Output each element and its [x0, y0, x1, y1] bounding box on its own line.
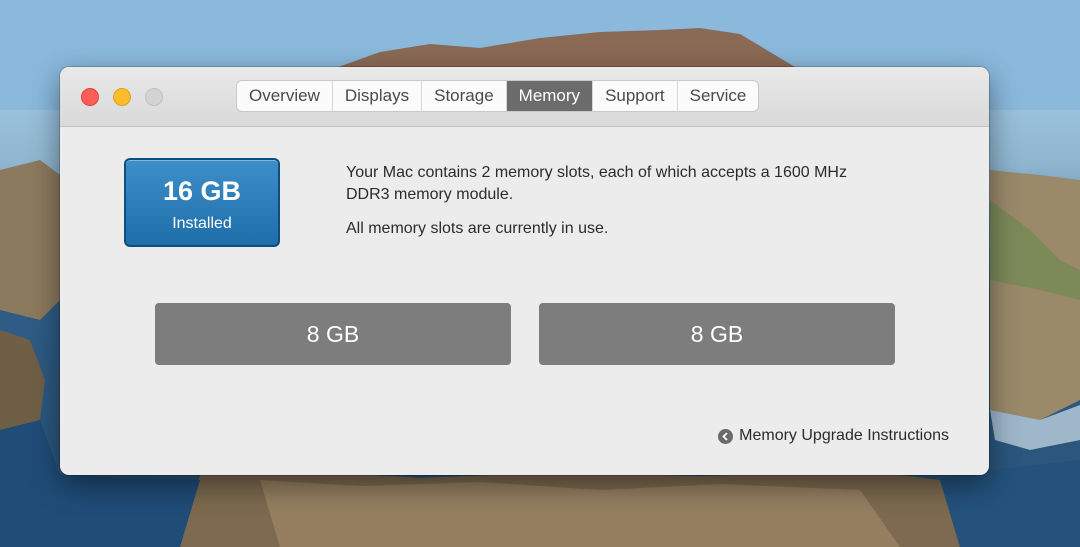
- memory-description: Your Mac contains 2 memory slots, each o…: [346, 162, 866, 240]
- zoom-button[interactable]: [145, 88, 163, 106]
- installed-memory-amount: 16 GB: [162, 176, 242, 206]
- tab-memory[interactable]: Memory: [506, 81, 594, 111]
- tab-storage[interactable]: Storage: [422, 81, 507, 111]
- installed-memory-label: Installed: [172, 215, 232, 232]
- tab-support[interactable]: Support: [593, 81, 678, 111]
- minimize-button[interactable]: [113, 88, 131, 106]
- window-titlebar: Overview Displays Storage Memory Support…: [60, 67, 989, 127]
- memory-upgrade-link[interactable]: Memory Upgrade Instructions: [718, 427, 949, 445]
- about-this-mac-window: Overview Displays Storage Memory Support…: [60, 67, 989, 475]
- close-button[interactable]: [81, 88, 99, 106]
- memory-upgrade-link-label: Memory Upgrade Instructions: [739, 427, 949, 444]
- tab-bar: Overview Displays Storage Memory Support…: [237, 81, 759, 111]
- arrow-circle-icon: [718, 428, 734, 444]
- memory-slot-1: 8 GB: [155, 303, 511, 365]
- tab-overview[interactable]: Overview: [237, 81, 333, 111]
- memory-slots-status: All memory slots are currently in use.: [346, 220, 609, 237]
- tab-displays[interactable]: Displays: [333, 81, 423, 111]
- installed-memory-badge: 16 GB Installed: [124, 158, 280, 247]
- memory-slot-2: 8 GB: [539, 303, 895, 365]
- tab-service[interactable]: Service: [678, 81, 759, 111]
- memory-slots-description: Your Mac contains 2 memory slots, each o…: [346, 164, 847, 203]
